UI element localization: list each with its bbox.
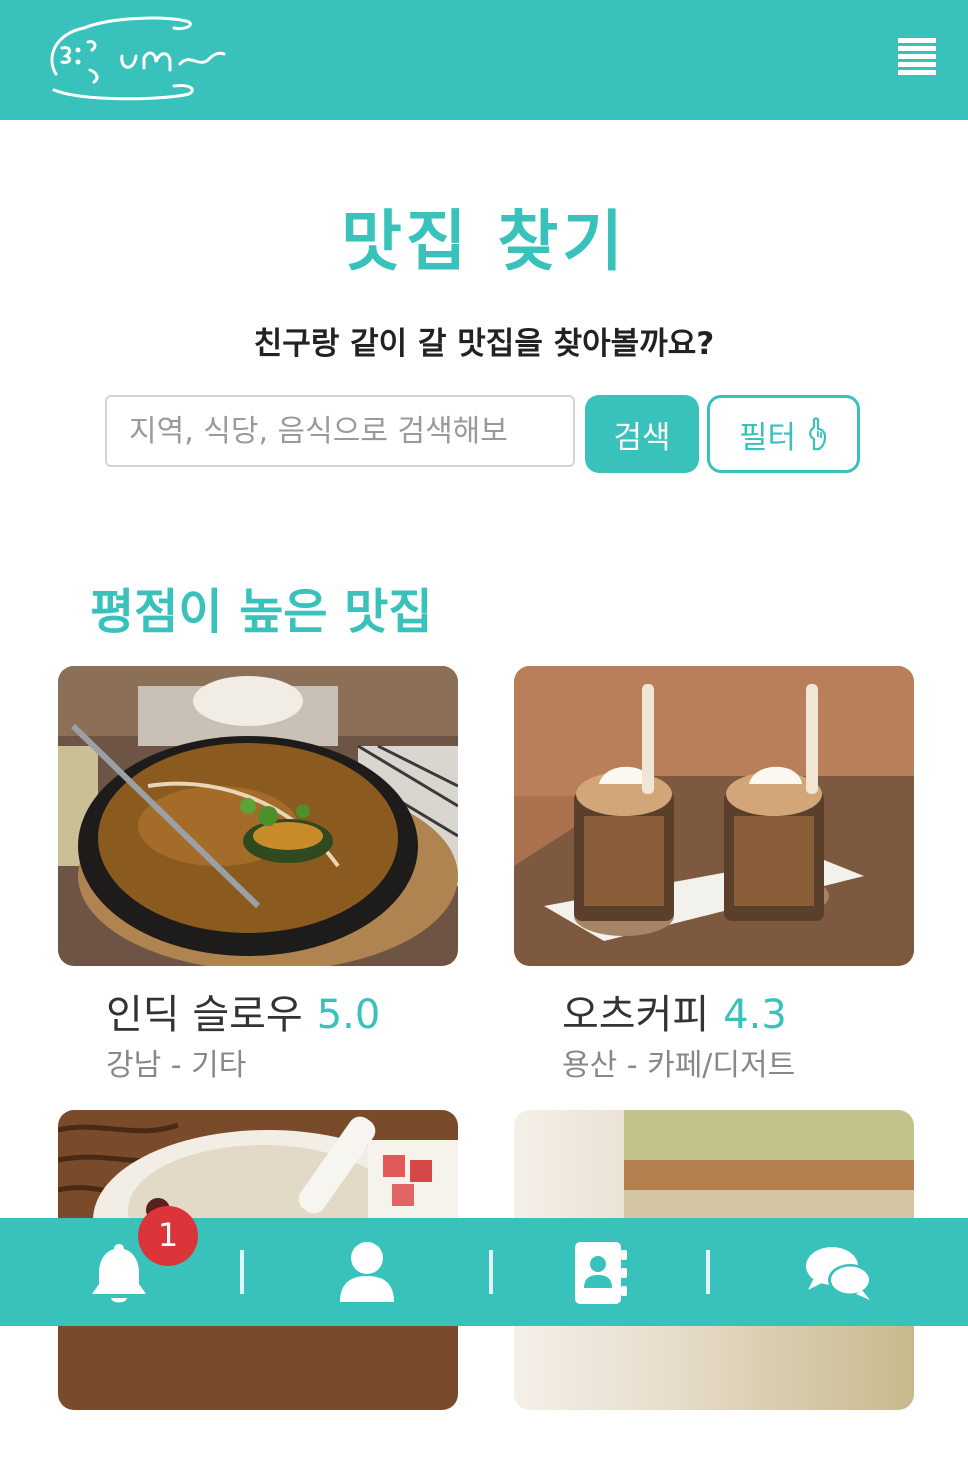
restaurant-name-row: 인딕 슬로우 5.0 [106, 982, 380, 1040]
restaurant-rating: 4.3 [723, 992, 787, 1038]
nav-divider [489, 1250, 493, 1294]
hamburger-icon-bar [898, 70, 936, 75]
menu-button[interactable] [898, 38, 936, 78]
hamburger-icon-bar [898, 62, 936, 67]
restaurant-card[interactable]: 인딕 슬로우 5.0 강남 - 기타 [58, 666, 458, 1083]
search-button[interactable]: 검색 [585, 395, 699, 473]
chat-bubbles-icon [806, 1247, 872, 1300]
address-book-icon [575, 1242, 627, 1304]
page-title: 맛집 찾기 [341, 203, 627, 280]
restaurant-card[interactable]: 오츠커피 4.3 용산 - 카페/디저트 [514, 666, 914, 1083]
filter-button[interactable]: 필터 [707, 395, 860, 473]
restaurant-photo [514, 666, 914, 966]
restaurant-name: 인딕 슬로우 [106, 992, 303, 1038]
logo-drawing [50, 16, 226, 101]
restaurant-name-row: 오츠커피 4.3 [562, 982, 787, 1040]
top-bar [0, 0, 968, 120]
filter-label: 필터 [738, 419, 797, 456]
restaurant-rating: 5.0 [316, 992, 381, 1038]
notification-badge: 1 [138, 1206, 198, 1266]
hamburger-icon-bar [898, 38, 936, 43]
pointing-hand-icon [809, 417, 827, 451]
nav-divider [706, 1250, 710, 1294]
hamburger-icon-bar [898, 46, 936, 51]
restaurant-meta: 강남 - 기타 [106, 1048, 247, 1083]
logo[interactable] [44, 12, 234, 104]
user-icon [340, 1242, 394, 1302]
nav-chat[interactable] [804, 1238, 874, 1308]
restaurant-meta: 용산 - 카페/디저트 [562, 1048, 796, 1083]
section-title: 평점이 높은 맛집 [90, 584, 433, 640]
restaurant-photo [58, 666, 458, 966]
page-subtitle: 친구랑 같이 갈 맛집을 찾아볼까요? [253, 326, 715, 362]
hamburger-icon-bar [898, 54, 936, 59]
restaurant-name-row [106, 1426, 120, 1472]
restaurant-name-row [562, 1426, 576, 1472]
restaurant-name: 오츠커피 [562, 992, 710, 1038]
nav-profile[interactable] [332, 1238, 402, 1308]
nav-divider [240, 1250, 244, 1294]
search-input[interactable] [105, 395, 575, 467]
nav-contacts[interactable] [565, 1238, 635, 1308]
